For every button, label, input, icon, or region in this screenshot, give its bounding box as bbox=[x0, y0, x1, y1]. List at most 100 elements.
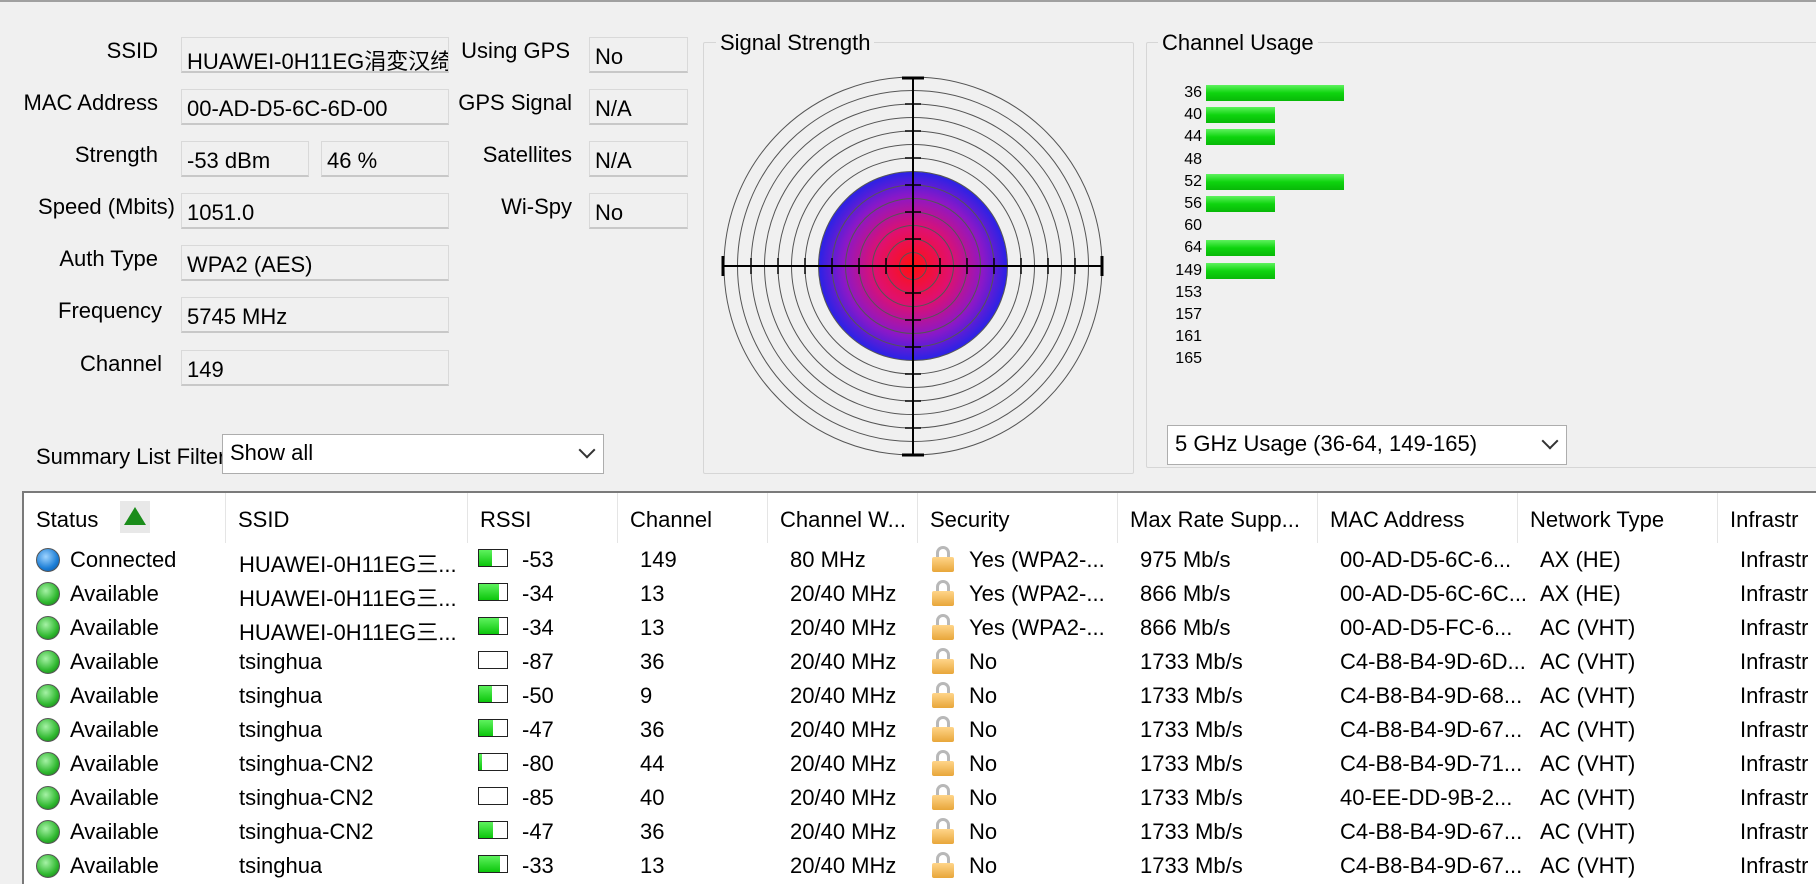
channel-width-cell: 20/40 MHz bbox=[790, 751, 897, 776]
infrastructure-cell: Infrastr bbox=[1740, 547, 1809, 572]
channel-cell: 13 bbox=[640, 853, 665, 878]
table-row[interactable]: Available -50 No tsinghua 9 20/40 MHz 1733 Mb/… bbox=[24, 679, 1816, 713]
available-status-icon bbox=[36, 616, 60, 640]
channel-width-cell: 20/40 MHz bbox=[790, 615, 897, 640]
status-cell: Available bbox=[70, 615, 159, 640]
channel-label: 64 bbox=[1184, 239, 1202, 257]
available-status-icon bbox=[36, 820, 60, 844]
column-header-mac-address[interactable]: MAC Address bbox=[1318, 493, 1518, 543]
column-header-channel[interactable]: Channel bbox=[618, 493, 768, 543]
table-row[interactable]: Connected -53 Yes (WPA2-... HUAWEI-0H11EG三.… bbox=[24, 543, 1816, 577]
channel-label: 52 bbox=[1184, 172, 1202, 190]
lock-icon bbox=[932, 648, 954, 674]
status-cell: Available bbox=[70, 819, 159, 844]
channel-label: 153 bbox=[1175, 283, 1202, 301]
channel-cell: 44 bbox=[640, 751, 665, 776]
table-row[interactable]: Available -87 No tsinghua 36 20/40 MHz 1733 Mb… bbox=[24, 645, 1816, 679]
frequency-label: Frequency bbox=[58, 298, 162, 323]
channel-usage-bar bbox=[1206, 107, 1275, 124]
frequency-field[interactable]: 5745 MHz bbox=[181, 297, 449, 333]
infrastructure-cell: Infrastr bbox=[1740, 853, 1809, 878]
table-row[interactable]: Available -85 No tsinghua-CN2 40 20/40 MHz 173… bbox=[24, 781, 1816, 815]
column-header-channel-width[interactable]: Channel W... bbox=[768, 493, 918, 543]
speed-label: Speed (Mbits) bbox=[38, 194, 175, 219]
satellites-field[interactable]: N/A bbox=[589, 141, 688, 177]
auth-type-field[interactable]: WPA2 (AES) bbox=[181, 245, 449, 281]
lock-icon bbox=[932, 784, 954, 810]
security-cell: Yes (WPA2-... bbox=[969, 615, 1105, 640]
column-header-infrastructure[interactable]: Infrastr bbox=[1718, 493, 1816, 543]
security-cell: No bbox=[969, 683, 998, 708]
channel-cell: 149 bbox=[640, 547, 677, 572]
chevron-down-icon bbox=[1541, 432, 1559, 450]
satellites-label: Satellites bbox=[482, 142, 572, 167]
available-status-icon bbox=[36, 684, 60, 708]
max-rate-cell: 1733 Mb/s bbox=[1140, 853, 1243, 878]
table-row[interactable]: Available -80 No tsinghua-CN2 44 20/40 MHz 173… bbox=[24, 747, 1816, 781]
table-row[interactable]: Available -34 Yes (WPA2-... HUAWEI-0H11EG三.… bbox=[24, 577, 1816, 611]
mac-address-cell: C4-B8-B4-9D-67... bbox=[1340, 853, 1523, 878]
rssi-signal-icon bbox=[478, 685, 508, 703]
network-list-table[interactable]: Status SSID RSSI Channel Channel W... Se… bbox=[22, 491, 1816, 884]
channel-label: Channel bbox=[80, 351, 162, 376]
channel-label: 56 bbox=[1184, 195, 1202, 212]
channel-usage-bar bbox=[1206, 129, 1275, 146]
security-cell: No bbox=[969, 751, 998, 776]
rssi-cell: -34 bbox=[522, 581, 554, 606]
ssid-cell: tsinghua bbox=[239, 649, 323, 674]
channel-label: 157 bbox=[1175, 306, 1202, 323]
channel-cell: 36 bbox=[640, 649, 665, 674]
channel-label: 161 bbox=[1175, 328, 1202, 346]
ssid-cell: HUAWEI-0H11EG三... bbox=[239, 620, 457, 645]
available-status-icon bbox=[36, 752, 60, 776]
infrastructure-cell: Infrastr bbox=[1740, 649, 1809, 674]
table-row[interactable]: Available -33 No tsinghua 13 20/40 MHz 1733 Mb… bbox=[24, 849, 1816, 883]
ssid-cell: HUAWEI-0H11EG三... bbox=[239, 552, 457, 577]
summary-filter-dropdown[interactable]: Show all bbox=[222, 434, 604, 474]
table-row[interactable]: Available -47 No tsinghua-CN2 36 20/40 MHz 173… bbox=[24, 815, 1816, 849]
rssi-cell: -34 bbox=[522, 615, 554, 640]
ssid-cell: tsinghua-CN2 bbox=[239, 819, 374, 844]
connected-status-icon bbox=[36, 548, 60, 572]
column-header-ssid[interactable]: SSID bbox=[226, 493, 468, 543]
strength-dbm-field[interactable]: -53 dBm bbox=[181, 141, 309, 177]
status-cell: Available bbox=[70, 683, 159, 708]
channel-width-cell: 20/40 MHz bbox=[790, 649, 897, 674]
rssi-signal-icon bbox=[478, 549, 508, 567]
gps-signal-field[interactable]: N/A bbox=[589, 89, 688, 125]
gps-signal-label: GPS Signal bbox=[458, 90, 572, 115]
lock-icon bbox=[932, 682, 954, 708]
table-header: Status SSID RSSI Channel Channel W... Se… bbox=[24, 493, 1816, 543]
table-row[interactable]: Available -47 No tsinghua 36 20/40 MHz 1733 Mb… bbox=[24, 713, 1816, 747]
sort-ascending-icon bbox=[124, 507, 146, 525]
column-header-status[interactable]: Status bbox=[24, 493, 226, 543]
rssi-cell: -80 bbox=[522, 751, 554, 776]
status-cell: Available bbox=[70, 785, 159, 810]
channel-field[interactable]: 149 bbox=[181, 350, 449, 386]
channel-usage-bar bbox=[1206, 240, 1275, 257]
column-header-security[interactable]: Security bbox=[918, 493, 1118, 543]
channel-width-cell: 20/40 MHz bbox=[790, 581, 897, 606]
network-type-cell: AX (HE) bbox=[1540, 547, 1621, 572]
channel-width-cell: 20/40 MHz bbox=[790, 683, 897, 708]
band-usage-dropdown[interactable]: 5 GHz Usage (36-64, 149-165) bbox=[1167, 425, 1567, 465]
table-row[interactable]: Available -34 Yes (WPA2-... HUAWEI-0H11EG三.… bbox=[24, 611, 1816, 645]
mac-address-label: MAC Address bbox=[23, 90, 159, 115]
infrastructure-cell: Infrastr bbox=[1740, 785, 1809, 810]
column-header-max-rate[interactable]: Max Rate Supp... bbox=[1118, 493, 1318, 543]
rssi-signal-icon bbox=[478, 821, 508, 839]
rssi-signal-icon bbox=[478, 583, 508, 601]
infrastructure-cell: Infrastr bbox=[1740, 717, 1809, 742]
summary-filter-value: Show all bbox=[230, 440, 314, 465]
column-header-network-type[interactable]: Network Type bbox=[1518, 493, 1718, 543]
using-gps-label: Using GPS bbox=[461, 38, 570, 63]
mac-address-cell: 00-AD-D5-6C-6C... bbox=[1340, 581, 1528, 606]
lock-icon bbox=[932, 546, 954, 572]
lock-icon bbox=[932, 750, 954, 776]
column-header-rssi[interactable]: RSSI bbox=[468, 493, 618, 543]
security-cell: No bbox=[969, 785, 998, 810]
max-rate-cell: 975 Mb/s bbox=[1140, 547, 1231, 572]
using-gps-field[interactable]: No bbox=[589, 37, 688, 73]
wi-spy-field[interactable]: No bbox=[589, 193, 688, 229]
network-type-cell: AC (VHT) bbox=[1540, 649, 1636, 674]
